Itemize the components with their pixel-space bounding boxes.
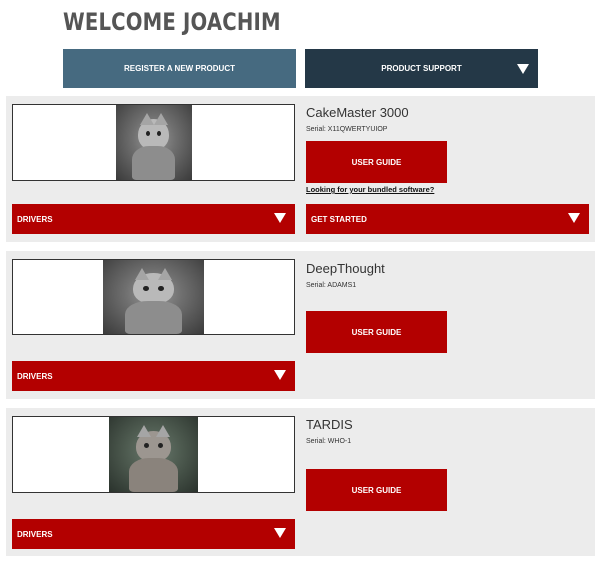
chevron-down-icon: [568, 213, 580, 223]
product-name: TARDIS: [306, 417, 353, 432]
product-name: CakeMaster 3000: [306, 105, 409, 120]
chevron-down-icon: [274, 370, 286, 380]
product-card: CakeMaster 3000 Serial: X11QWERTYUIOP US…: [6, 96, 595, 242]
get-started-label: GET STARTED: [311, 214, 367, 224]
product-serial: Serial: ADAMS1: [306, 282, 357, 289]
bundled-software-link[interactable]: Looking for your bundled software?: [306, 185, 434, 194]
get-started-dropdown[interactable]: GET STARTED: [306, 204, 589, 234]
product-support-label: PRODUCT SUPPORT: [381, 64, 462, 73]
drivers-dropdown[interactable]: DRIVERS: [12, 204, 295, 234]
drivers-label: DRIVERS: [17, 529, 53, 539]
drivers-dropdown[interactable]: DRIVERS: [12, 361, 295, 391]
welcome-heading: WELCOME JOACHIM: [63, 8, 281, 36]
product-image-frame: [12, 259, 295, 335]
product-image-frame: [12, 104, 295, 181]
user-guide-button[interactable]: USER GUIDE: [306, 141, 447, 183]
drivers-label: DRIVERS: [17, 214, 53, 224]
register-product-label: REGISTER A NEW PRODUCT: [124, 64, 235, 73]
chevron-down-icon: [274, 213, 286, 223]
chevron-down-icon: [517, 64, 529, 74]
drivers-label: DRIVERS: [17, 371, 53, 381]
register-product-button[interactable]: REGISTER A NEW PRODUCT: [63, 49, 296, 88]
product-name: DeepThought: [306, 261, 385, 276]
product-card: DeepThought Serial: ADAMS1 USER GUIDE DR…: [6, 251, 595, 399]
kitten-photo: [103, 260, 204, 334]
product-support-dropdown[interactable]: PRODUCT SUPPORT: [305, 49, 538, 88]
user-guide-button[interactable]: USER GUIDE: [306, 311, 447, 353]
chevron-down-icon: [274, 528, 286, 538]
kitten-photo: [109, 417, 198, 492]
product-serial: Serial: WHO-1: [306, 438, 352, 445]
drivers-dropdown[interactable]: DRIVERS: [12, 519, 295, 549]
product-image-frame: [12, 416, 295, 493]
product-card: TARDIS Serial: WHO-1 USER GUIDE DRIVERS: [6, 408, 595, 556]
kitten-photo: [115, 105, 192, 180]
user-guide-button[interactable]: USER GUIDE: [306, 469, 447, 511]
product-serial: Serial: X11QWERTYUIOP: [306, 126, 388, 133]
